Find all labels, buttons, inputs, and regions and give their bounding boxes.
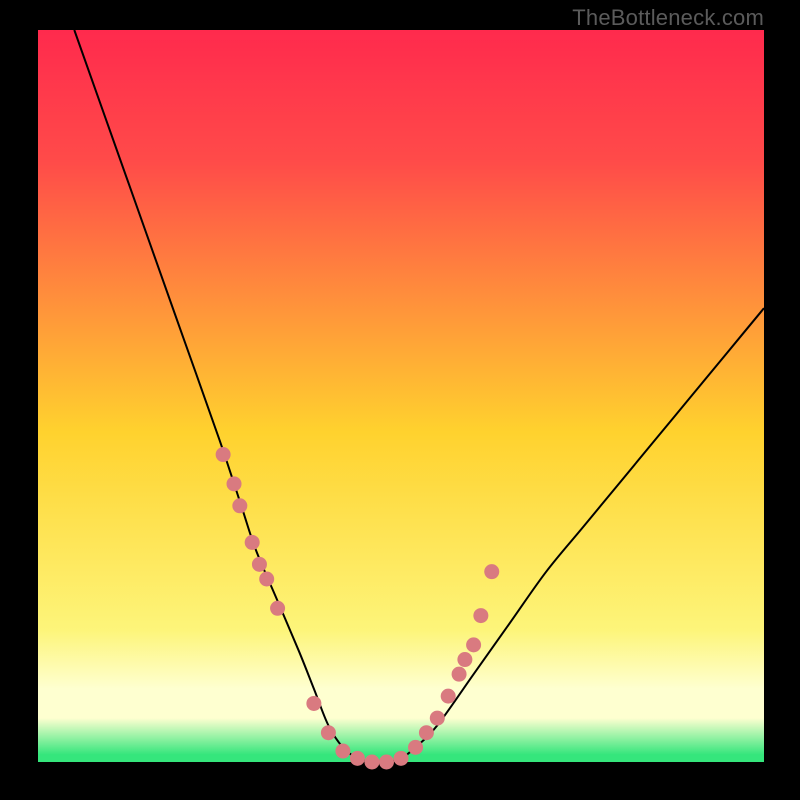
curve-marker [379, 755, 394, 770]
curve-marker [408, 740, 423, 755]
curve-marker [364, 755, 379, 770]
curve-marker [457, 652, 472, 667]
curve-marker [259, 572, 274, 587]
curve-marker [232, 498, 247, 513]
chart-svg [38, 30, 764, 762]
curve-marker [466, 637, 481, 652]
curve-marker [335, 744, 350, 759]
bottleneck-curve [74, 30, 764, 762]
curve-marker [252, 557, 267, 572]
curve-marker [394, 751, 409, 766]
curve-marker [484, 564, 499, 579]
curve-marker [321, 725, 336, 740]
chart-frame: TheBottleneck.com [0, 0, 800, 800]
curve-marker [227, 476, 242, 491]
curve-marker [419, 725, 434, 740]
curve-marker [270, 601, 285, 616]
curve-marker [350, 751, 365, 766]
curve-marker [430, 711, 445, 726]
curve-marker [473, 608, 488, 623]
curve-marker [441, 689, 456, 704]
marker-group [216, 447, 500, 769]
curve-marker [452, 667, 467, 682]
curve-marker [306, 696, 321, 711]
curve-marker [245, 535, 260, 550]
watermark-text: TheBottleneck.com [572, 5, 764, 31]
curve-marker [216, 447, 231, 462]
